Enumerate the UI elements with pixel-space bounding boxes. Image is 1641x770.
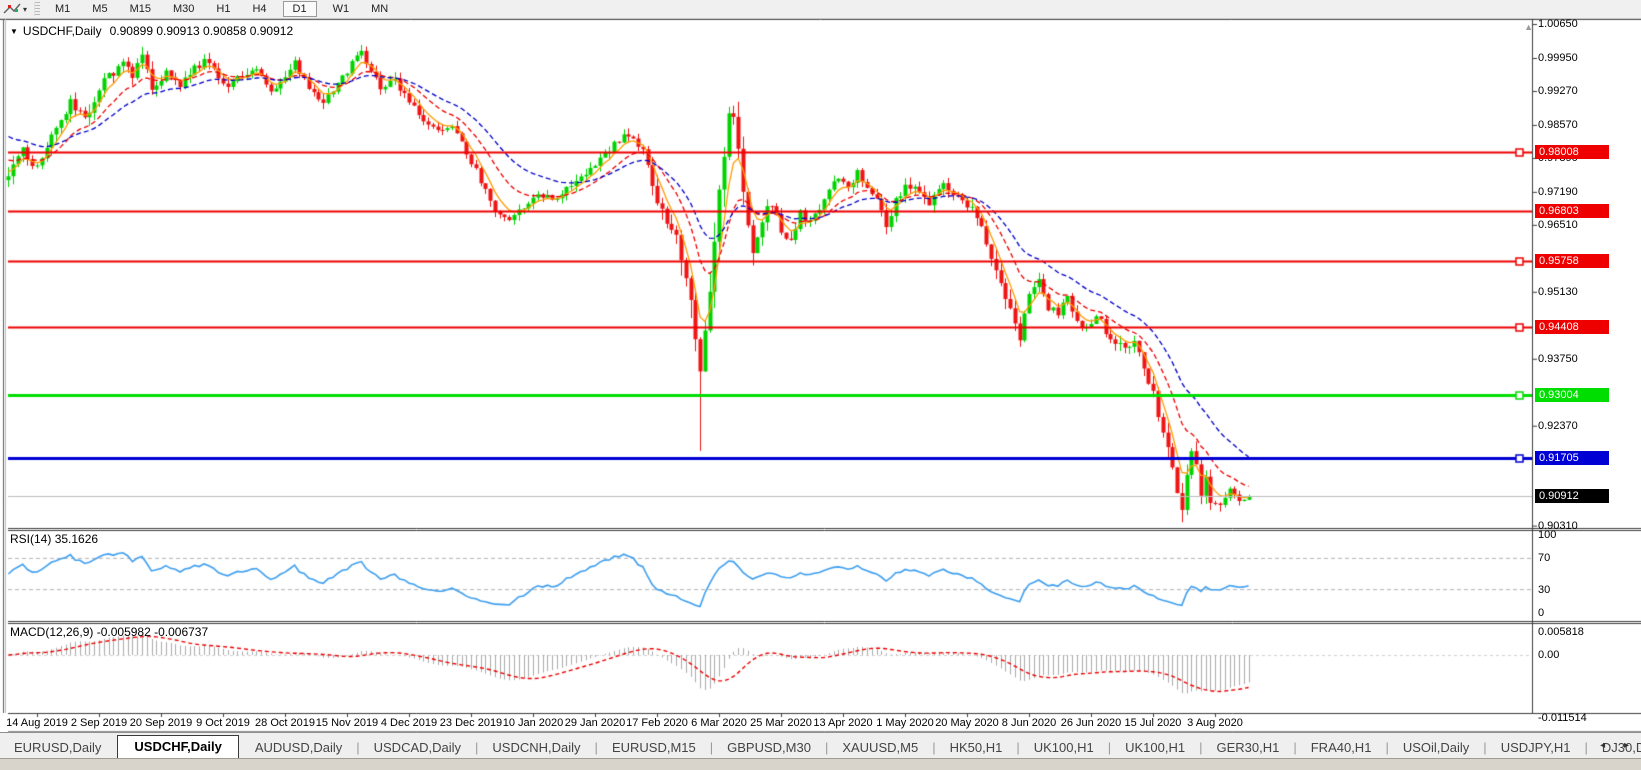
tab-eurusd-m15[interactable]: EURUSD,M15 (598, 737, 710, 759)
price-axis-label: 0.93750 (1538, 353, 1578, 365)
tab-gbpusd-m30[interactable]: GBPUSD,M30 (713, 737, 825, 759)
tab-usoil-daily[interactable]: USOil,Daily (1389, 737, 1483, 759)
rsi-value: 35.1626 (55, 532, 98, 546)
chart-tool-caret-icon[interactable]: ▾ (23, 5, 27, 14)
symbol-name: USDCHF,Daily (23, 24, 102, 38)
rsi-axis-label: 30 (1538, 584, 1550, 596)
timeframe-button-m5[interactable]: M5 (82, 1, 117, 17)
date-axis-label: 3 Aug 2020 (1173, 717, 1257, 729)
timeframe-button-h1[interactable]: H1 (206, 1, 240, 17)
bottom-strip (0, 758, 1641, 770)
timeframe-button-m15[interactable]: M15 (120, 1, 161, 17)
tab-ger30-h1[interactable]: GER30,H1 (1202, 737, 1293, 759)
timeframe-toolbar: ▾ M1M5M15M30H1H4 D1 W1MN (0, 0, 1641, 19)
chart-title: ▼ USDCHF,Daily 0.90899 0.90913 0.90858 0.9… (10, 24, 293, 38)
tab-usdjpy-h1[interactable]: USDJPY,H1 (1487, 737, 1585, 759)
toolbar-grip[interactable] (34, 2, 40, 16)
price-axis-label: 0.99950 (1538, 52, 1578, 64)
chart-tool-icon[interactable] (2, 1, 22, 17)
tab-usdchf-daily[interactable]: USDCHF,Daily (117, 735, 238, 759)
chart-canvas[interactable] (0, 19, 1641, 732)
chart-tab-bar: EURUSD,DailyUSDCHF,DailyAUDUSD,Daily|USD… (0, 732, 1641, 759)
tab-hk50-h1[interactable]: HK50,H1 (936, 737, 1017, 759)
macd-indicator-label: MACD(12,26,9) -0.005982 -0.006737 (10, 625, 208, 639)
price-axis-label: 0.99270 (1538, 85, 1578, 97)
current-price-badge: 0.90912 (1535, 489, 1609, 503)
rsi-indicator-label: RSI(14) 35.1626 (10, 532, 98, 546)
tab-uk100-h1[interactable]: UK100,H1 (1020, 737, 1108, 759)
timeframe-button-m30[interactable]: M30 (163, 1, 204, 17)
level-price-badge: 0.94408 (1535, 320, 1609, 334)
price-axis-label: 1.00650 (1538, 18, 1578, 30)
tab-eurusd-daily[interactable]: EURUSD,Daily (0, 737, 115, 759)
macd-axis-label: -0.011514 (1538, 712, 1587, 724)
price-axis-label: 0.96510 (1538, 219, 1578, 231)
macd-axis-label: 0.005818 (1538, 626, 1584, 638)
chart-scroll-marker-icon[interactable]: ▲ (1524, 22, 1533, 32)
tab-xauusd-m5[interactable]: XAUUSD,M5 (828, 737, 932, 759)
rsi-axis-label: 100 (1538, 529, 1556, 541)
symbol-dropdown-icon[interactable]: ▼ (10, 27, 18, 36)
tab-scroll-arrows[interactable]: ◂ ▸ (1600, 740, 1637, 751)
rsi-axis-label: 70 (1538, 552, 1550, 564)
level-price-badge: 0.91705 (1535, 451, 1609, 465)
macd-axis-label: 0.00 (1538, 649, 1559, 661)
rsi-name: RSI(14) (10, 532, 51, 546)
price-axis-label: 0.97190 (1538, 186, 1578, 198)
macd-name: MACD(12,26,9) (10, 625, 93, 639)
price-axis-label: 0.95130 (1538, 286, 1578, 298)
tab-fra40-h1[interactable]: FRA40,H1 (1297, 737, 1386, 759)
level-price-badge: 0.95758 (1535, 254, 1609, 268)
tab-uk100-h1[interactable]: UK100,H1 (1111, 737, 1199, 759)
ohlc-values: 0.90899 0.90913 0.90858 0.90912 (110, 24, 294, 38)
tab-usdcnh-daily[interactable]: USDCNH,Daily (478, 737, 594, 759)
rsi-axis-label: 0 (1538, 607, 1544, 619)
timeframe-button-d1[interactable]: D1 (283, 1, 317, 17)
tab-audusd-daily[interactable]: AUDUSD,Daily (241, 737, 356, 759)
macd-values: -0.005982 -0.006737 (97, 625, 208, 639)
chart-window: ▼ USDCHF,Daily 0.90899 0.90913 0.90858 0.9… (0, 19, 1641, 732)
timeframe-button-mn[interactable]: MN (361, 1, 398, 17)
timeframe-button-h4[interactable]: H4 (242, 1, 276, 17)
price-axis-label: 0.98570 (1538, 119, 1578, 131)
tab-usdcad-daily[interactable]: USDCAD,Daily (360, 737, 475, 759)
tabs-container: EURUSD,DailyUSDCHF,DailyAUDUSD,Daily|USD… (0, 735, 1641, 759)
timeframe-button-w1[interactable]: W1 (323, 1, 360, 17)
level-price-badge: 0.96803 (1535, 204, 1609, 218)
level-price-badge: 0.93004 (1535, 388, 1609, 402)
level-price-badge: 0.98008 (1535, 145, 1609, 159)
timeframe-buttons: M1M5M15M30H1H4 D1 W1MN (44, 3, 399, 16)
price-axis-label: 0.92370 (1538, 420, 1578, 432)
timeframe-button-m1[interactable]: M1 (45, 1, 80, 17)
